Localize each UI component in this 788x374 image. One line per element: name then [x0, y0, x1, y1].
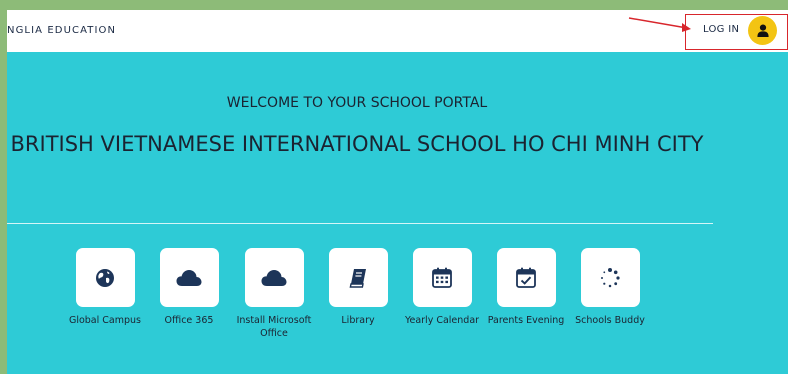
book-icon [349, 268, 366, 288]
tile-button[interactable] [159, 248, 219, 307]
avatar-button[interactable] [748, 16, 777, 45]
tile-label: Yearly Calendar [404, 315, 480, 326]
tile-label: Office 365 [164, 315, 214, 326]
tile-label: Schools Buddy [575, 315, 645, 326]
cloud-icon [176, 269, 202, 286]
tile-button[interactable] [75, 248, 135, 307]
tile-button[interactable] [328, 248, 388, 307]
tile-yearly-calendar[interactable]: Yearly Calendar [400, 248, 484, 327]
user-icon [756, 24, 769, 37]
spinner-icon [601, 267, 620, 287]
calendar-check-icon [516, 267, 536, 288]
tile-global-campus[interactable]: Global Campus [63, 248, 147, 327]
welcome-heading: WELCOME TO YOUR SCHOOL PORTAL [226, 95, 488, 111]
tile-button[interactable] [412, 248, 472, 307]
calendar-grid-icon [432, 267, 452, 288]
tile-install-office[interactable]: Install Microsoft Office [232, 248, 316, 340]
tile-label: Global Campus [68, 315, 142, 326]
globe-icon [96, 268, 114, 287]
tile-button[interactable] [496, 248, 556, 307]
portal-page: NGLIA EDUCATION LOG IN WELCOME TO YOUR S… [7, 10, 788, 374]
tile-button[interactable] [580, 248, 640, 307]
tile-button[interactable] [244, 248, 304, 307]
tile-parents-evening[interactable]: Parents Evening [484, 248, 568, 327]
tile-label: Library [341, 315, 375, 326]
cloud-icon [261, 269, 287, 286]
divider [7, 223, 713, 224]
tile-schools-buddy[interactable]: Schools Buddy [568, 248, 652, 327]
app-tiles: Global Campus Office 365 Install Microso… [7, 248, 788, 374]
tile-office-365[interactable]: Office 365 [147, 248, 231, 327]
school-name-heading: BRITISH VIETNAMESE INTERNATIONAL SCHOOL … [10, 132, 704, 156]
tile-label: Install Microsoft Office [236, 315, 312, 339]
brand-name: NGLIA EDUCATION [7, 25, 117, 36]
tile-label: Parents Evening [487, 315, 565, 326]
tile-library[interactable]: Library [316, 248, 400, 327]
login-link[interactable]: LOG IN [703, 24, 739, 35]
top-bar: NGLIA EDUCATION LOG IN [7, 10, 788, 52]
